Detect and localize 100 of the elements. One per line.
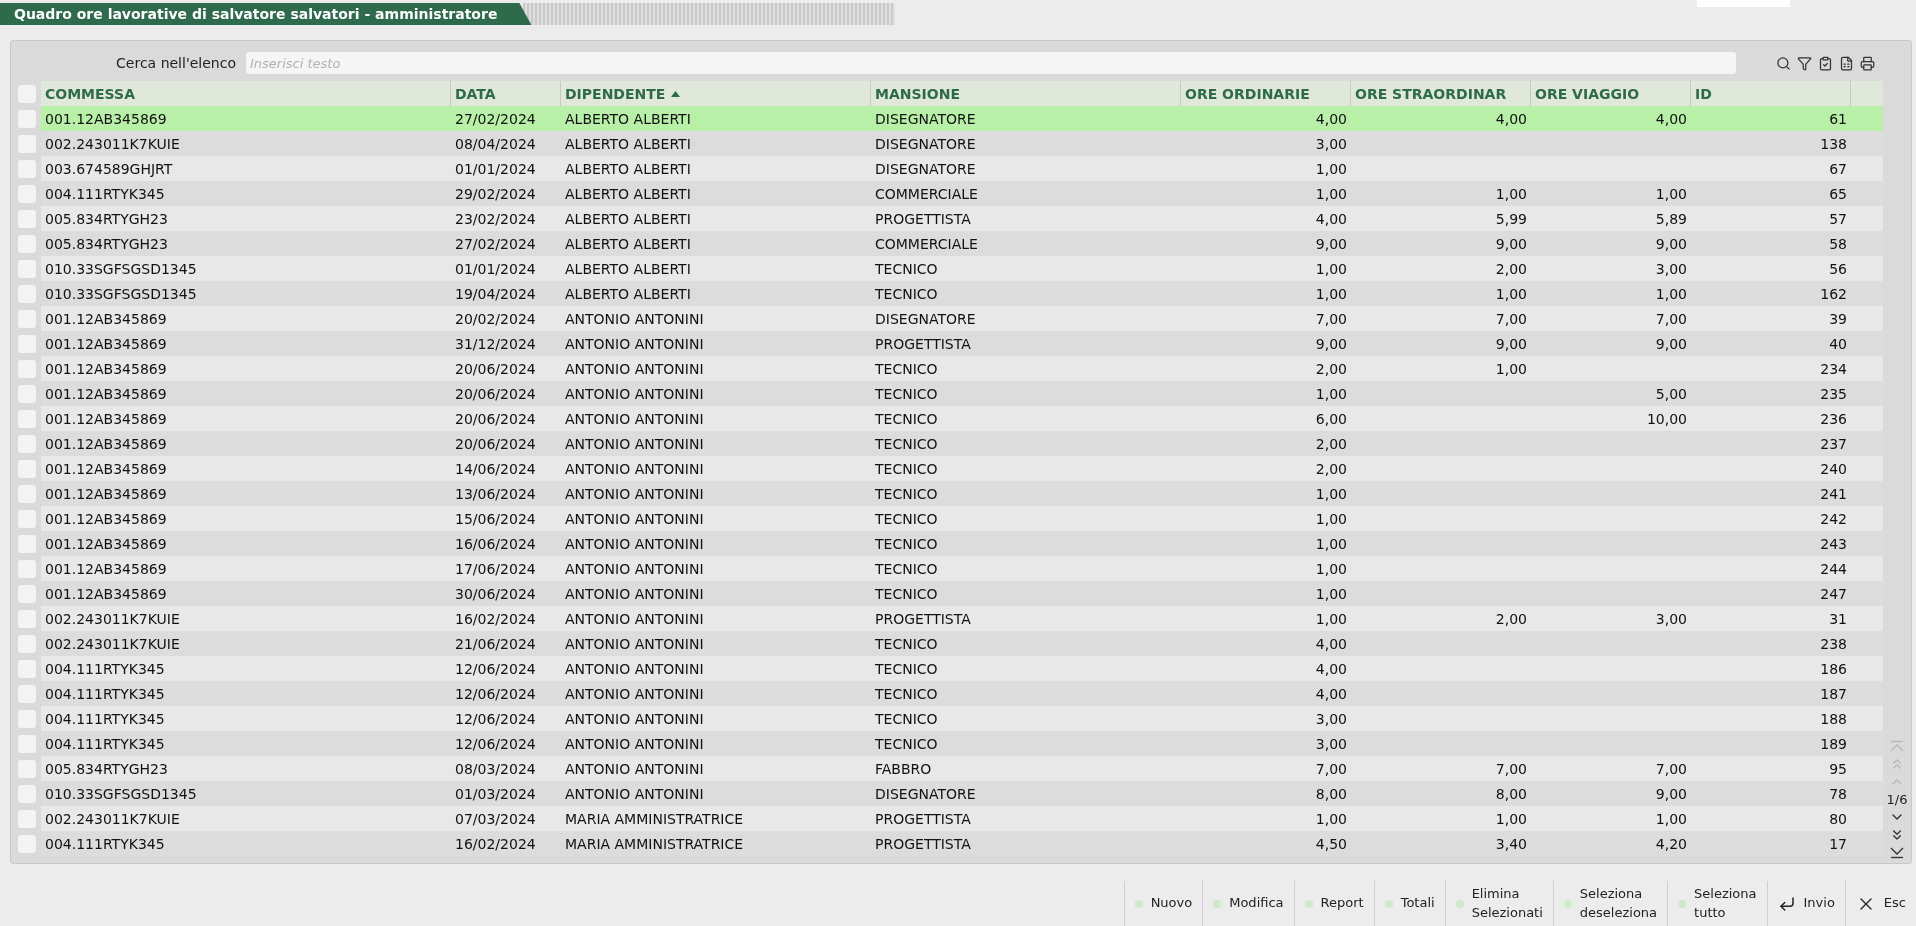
row-checkbox[interactable] <box>18 834 36 853</box>
table-cell-text: 3,00 <box>1314 134 1348 154</box>
table-cell-text: ANTONIO ANTONINI <box>564 434 705 454</box>
row-checkbox[interactable] <box>18 684 36 703</box>
table-row[interactable]: 003.674589GHJRT 01/01/2024 ALBERTO ALBERTI DISEGNATORE 1,00 67 <box>41 156 1883 181</box>
table-row[interactable]: 002.243011K7KUIE 16/02/2024 ANTONIO ANTONINI PROGETTISTA 1,00 2,00 3,00 31 <box>41 606 1883 631</box>
table-row[interactable]: 001.12AB345869 20/02/2024 ANTONIO ANTONINI DISEGNATORE 7,00 7,00 7,00 39 <box>41 306 1883 331</box>
table-cell-text: 001.12AB345869 <box>44 484 168 504</box>
row-checkbox[interactable] <box>18 659 36 678</box>
table-cell-text: 186 <box>1819 659 1848 679</box>
table-cell-text: 15/06/2024 <box>454 509 537 529</box>
table-cell-text: 80 <box>1828 809 1848 829</box>
table-row[interactable]: 010.33SGFSGSD1345 01/01/2024 ALBERTO ALBERTI TECNICO 1,00 2,00 3,00 56 <box>41 256 1883 281</box>
table-cell-text: ALBERTO ALBERTI <box>564 134 692 154</box>
table-cell-text: ANTONIO ANTONINI <box>564 459 705 479</box>
spreadsheet-icon[interactable] <box>1839 55 1854 71</box>
table-row[interactable]: 001.12AB345869 14/06/2024 ANTONIO ANTONINI TECNICO 2,00 240 <box>41 456 1883 481</box>
row-checkbox[interactable] <box>18 459 36 478</box>
table-cell-text: 001.12AB345869 <box>44 509 168 529</box>
table-cell-text: 010.33SGFSGSD1345 <box>44 784 198 804</box>
row-checkbox[interactable] <box>18 609 36 628</box>
table-cell-text: ANTONIO ANTONINI <box>564 734 705 754</box>
table-cell-text: 236 <box>1819 409 1848 429</box>
row-checkbox[interactable] <box>18 334 36 353</box>
printer-icon[interactable] <box>1860 55 1875 71</box>
table-cell-text: 1,00 <box>1314 809 1348 829</box>
action-button[interactable]: Nuovo <box>1123 881 1203 926</box>
table-row[interactable]: 005.834RTYGH23 08/03/2024 ANTONIO ANTONINI FABBRO 7,00 7,00 7,00 95 <box>41 756 1883 781</box>
action-button[interactable]: Modifica <box>1202 881 1294 926</box>
table-cell-text: ANTONIO ANTONINI <box>564 384 705 404</box>
table-cell-text: 188 <box>1819 709 1848 729</box>
search-icon[interactable] <box>1776 55 1791 71</box>
row-checkbox[interactable] <box>18 384 36 403</box>
dot-icon <box>1455 899 1464 908</box>
row-checkbox[interactable] <box>18 734 36 753</box>
row-checkbox[interactable] <box>18 359 36 378</box>
filter-icon[interactable] <box>1797 55 1812 71</box>
table-row[interactable]: 002.243011K7KUIE 07/03/2024 MARIA AMMINISTRATRICE PROGETTISTA 1,00 1,00 1,00 80 <box>41 806 1883 831</box>
table-cell-text: DISEGNATORE <box>874 309 977 329</box>
row-checkbox[interactable] <box>18 634 36 653</box>
table-row[interactable]: 001.12AB345869 20/06/2024 ANTONIO ANTONINI TECNICO 2,00 1,00 234 <box>41 356 1883 381</box>
row-checkbox[interactable] <box>18 709 36 728</box>
table-cell-text: ANTONIO ANTONINI <box>564 409 705 429</box>
row-checkbox[interactable] <box>18 284 36 303</box>
action-button[interactable]: Totali <box>1373 881 1445 926</box>
row-checkbox[interactable] <box>18 184 36 203</box>
row-checkbox[interactable] <box>18 409 36 428</box>
row-checkbox[interactable] <box>18 159 36 178</box>
table-cell-text: MARIA AMMINISTRATRICE <box>564 809 745 829</box>
row-checkbox[interactable] <box>18 809 36 828</box>
row-checkbox[interactable] <box>18 484 36 503</box>
table-cell-text: TECNICO <box>874 684 939 704</box>
row-checkbox[interactable] <box>18 759 36 778</box>
table-cell-text: 138 <box>1819 134 1848 154</box>
row-checkbox[interactable] <box>18 509 36 528</box>
table-row[interactable]: 001.12AB345869 20/06/2024 ANTONIO ANTONINI TECNICO 6,00 10,00 236 <box>41 406 1883 431</box>
table-row[interactable]: 004.111RTYK345 12/06/2024 ANTONIO ANTONINI TECNICO 3,00 188 <box>41 706 1883 731</box>
table-cell-text: 08/03/2024 <box>454 759 537 779</box>
action-button[interactable]: Invio <box>1766 881 1845 926</box>
table-cell-text: 27/02/2024 <box>454 109 537 129</box>
table-row[interactable]: 001.12AB345869 15/06/2024 ANTONIO ANTONINI TECNICO 1,00 242 <box>41 506 1883 531</box>
action-button[interactable]: Seleziona tutto <box>1667 881 1767 926</box>
row-checkbox[interactable] <box>18 559 36 578</box>
table-cell-text: 001.12AB345869 <box>44 559 168 579</box>
table-cell-text: ALBERTO ALBERTI <box>564 209 692 229</box>
table-cell-text: PROGETTISTA <box>874 334 972 354</box>
table-cell-text: ANTONIO ANTONINI <box>564 659 705 679</box>
clipboard-check-icon[interactable] <box>1818 55 1833 71</box>
table-cell-text: 3,00 <box>1654 259 1688 279</box>
last-page-icon[interactable] <box>1889 845 1905 859</box>
row-checkbox[interactable] <box>18 134 36 153</box>
row-checkbox[interactable] <box>18 259 36 278</box>
table-cell-text: 56 <box>1828 259 1848 279</box>
search-label: Cerca nell'elenco <box>115 55 237 71</box>
action-button[interactable]: Seleziona deseleziona <box>1552 881 1668 926</box>
row-checkbox[interactable] <box>18 209 36 228</box>
row-checkbox[interactable] <box>18 309 36 328</box>
first-page-icon[interactable] <box>1889 740 1905 754</box>
table-cell-text: 001.12AB345869 <box>44 334 168 354</box>
table-row[interactable]: 001.12AB345869 17/06/2024 ANTONIO ANTONINI TECNICO 1,00 244 <box>41 556 1883 581</box>
row-checkbox[interactable] <box>18 784 36 803</box>
row-checkbox[interactable] <box>18 584 36 603</box>
row-checkbox[interactable] <box>18 234 36 253</box>
action-button[interactable]: Report <box>1293 881 1374 926</box>
search-field[interactable]: Inserisci testo <box>246 52 1736 74</box>
row-checkbox[interactable] <box>18 109 36 128</box>
row-checkbox[interactable] <box>18 534 36 553</box>
table-row[interactable]: 004.111RTYK345 12/06/2024 ANTONIO ANTONINI TECNICO 4,00 186 <box>41 656 1883 681</box>
table-row[interactable]: 005.834RTYGH23 23/02/2024 ALBERTO ALBERTI PROGETTISTA 4,00 5,99 5,89 57 <box>41 206 1883 231</box>
table-cell-text: 20/06/2024 <box>454 384 537 404</box>
table-cell-text: 07/03/2024 <box>454 809 537 829</box>
table-cell-text: 002.243011K7KUIE <box>44 609 181 629</box>
table-cell-text: DISEGNATORE <box>874 134 977 154</box>
table-row[interactable]: 001.12AB345869 27/02/2024 ALBERTO ALBERTI DISEGNATORE 4,00 4,00 4,00 61 <box>41 106 1883 131</box>
row-checkbox[interactable] <box>18 434 36 453</box>
table-cell-text: 9,00 <box>1654 784 1688 804</box>
action-button[interactable]: Esc <box>1844 881 1916 926</box>
select-all-checkbox[interactable] <box>18 84 36 103</box>
action-button[interactable]: Elimina Selezionati <box>1444 881 1553 926</box>
window-title: Quadro ore lavorative di salvatore salvatori - amministratore <box>0 3 532 25</box>
